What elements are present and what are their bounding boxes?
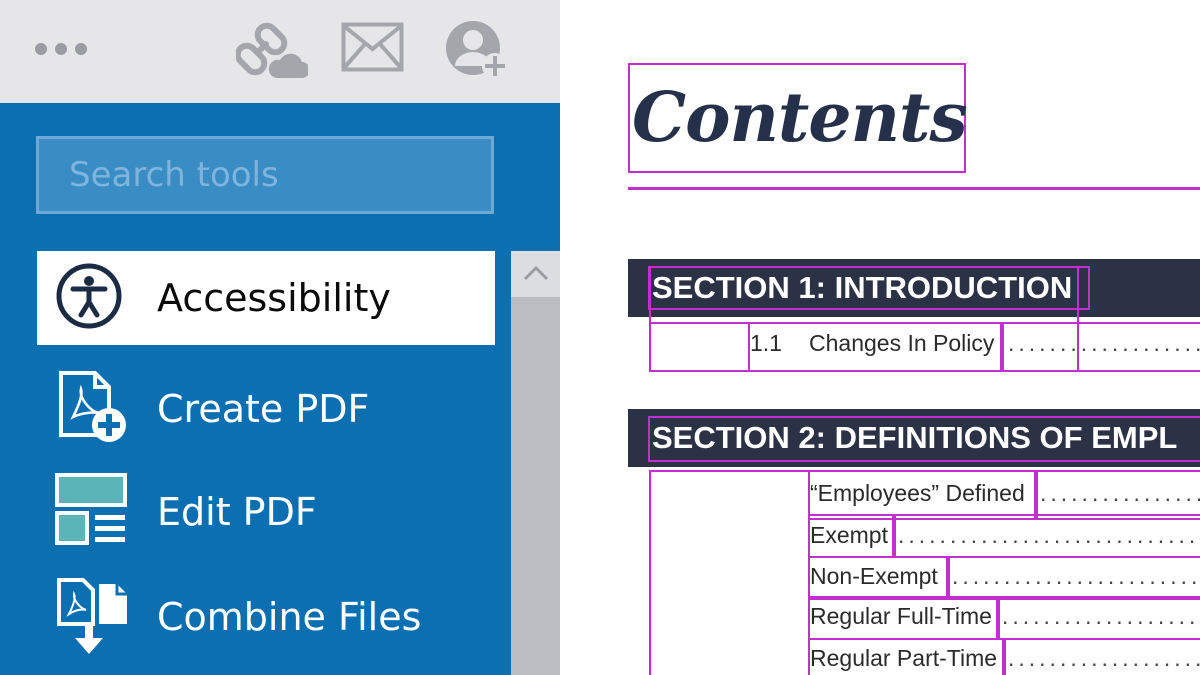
tools-pane: Accessibility Create PDF [0, 0, 560, 675]
tool-label: Edit PDF [157, 490, 317, 534]
envelope-icon[interactable] [341, 22, 404, 72]
toc-leader: .............................. [898, 522, 1200, 548]
tool-combine-files[interactable]: Combine Files [37, 570, 495, 664]
tool-edit-pdf[interactable]: Edit PDF [37, 465, 495, 559]
create-pdf-icon [55, 367, 131, 451]
toc-leader: .............................. [952, 563, 1200, 589]
combine-files-icon [55, 574, 131, 660]
toc-entry-number: 1.1 [750, 330, 782, 356]
search-tools-input[interactable] [39, 139, 491, 211]
tool-label: Combine Files [157, 595, 422, 639]
edit-pdf-icon [55, 473, 129, 551]
tool-accessibility[interactable]: Accessibility [37, 251, 495, 345]
scroll-up-button[interactable] [511, 251, 560, 297]
tag-outline-heading [648, 416, 1200, 462]
toc-entry-label[interactable]: Exempt [810, 522, 888, 549]
toc-leader: .............................. [1008, 330, 1200, 356]
title-rule [628, 187, 1200, 190]
toc-entry-label[interactable]: Changes In Policy [809, 330, 994, 357]
accessibility-icon [55, 262, 123, 334]
top-toolbar [0, 0, 560, 103]
tool-label: Accessibility [157, 276, 391, 320]
document-title: Contents [632, 78, 968, 158]
toc-leader: .............................. [1008, 645, 1200, 671]
cloud-link-icon[interactable] [234, 16, 310, 82]
document-view[interactable]: Contents SECTION 1: INTRODUCTION 1.1 Cha… [560, 0, 1200, 675]
tool-create-pdf[interactable]: Create PDF [37, 362, 495, 456]
chevron-up-icon [523, 265, 549, 281]
toc-leader: .............................. [1040, 480, 1200, 506]
toc-leader: .............................. [1002, 603, 1200, 629]
more-horizontal-icon[interactable] [34, 38, 90, 60]
add-user-icon[interactable] [443, 18, 509, 80]
toc-entry-label[interactable]: Regular Full-Time [810, 603, 992, 630]
toc-entry-label[interactable]: Non-Exempt [810, 563, 938, 590]
search-tools-field[interactable] [36, 136, 494, 214]
toc-entry-label[interactable]: “Employees” Defined [810, 480, 1025, 507]
tools-scrollbar[interactable] [511, 251, 560, 675]
toc-entry-label[interactable]: Regular Part-Time [810, 645, 997, 672]
tool-label: Create PDF [157, 387, 370, 431]
